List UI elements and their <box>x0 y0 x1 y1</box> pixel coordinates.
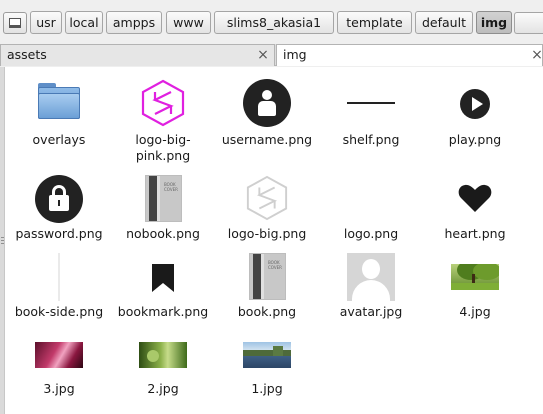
tab-assets-label: assets <box>7 47 47 62</box>
file-name: book.png <box>237 304 297 319</box>
file-item-3-jpg[interactable]: 3.jpg <box>4 330 114 400</box>
crumb-img[interactable]: img <box>476 11 512 34</box>
bookmark-icon <box>108 253 218 303</box>
tab-bar: assets × img × <box>0 44 543 66</box>
crumb-usr[interactable]: usr <box>30 11 62 34</box>
crumb-slims8-akasia1[interactable]: slims8_akasia1 <box>214 11 334 34</box>
file-name: avatar.jpg <box>339 304 403 319</box>
book-side-icon <box>4 253 114 303</box>
file-item-avatar[interactable]: avatar.jpg <box>316 253 426 323</box>
file-name: 4.jpg <box>459 304 491 319</box>
photo-tree-icon <box>420 253 530 303</box>
file-name: 1.jpg <box>251 381 283 396</box>
heart-icon <box>420 175 530 225</box>
file-icon-view[interactable]: overlays logo-big- pink.png username.png… <box>0 67 543 414</box>
tab-img-label: img <box>283 47 307 62</box>
file-item-username[interactable]: username.png <box>212 79 322 151</box>
file-name: 3.jpg <box>43 381 75 396</box>
file-item-heart[interactable]: heart.png <box>420 175 530 245</box>
crumb-template[interactable]: template <box>337 11 412 34</box>
file-name: heart.png <box>444 226 506 241</box>
file-name: logo.png <box>343 226 399 241</box>
logo-grey-icon <box>212 175 322 225</box>
crumb-local[interactable]: local <box>65 11 103 34</box>
file-name: overlays <box>32 132 86 147</box>
file-item-password[interactable]: password.png <box>4 175 114 245</box>
file-name: password.png <box>15 226 103 241</box>
file-item-play[interactable]: play.png <box>420 81 530 151</box>
book-cover-icon: BOOK COVER <box>212 253 322 303</box>
file-item-bookmark[interactable]: bookmark.png <box>108 253 218 323</box>
file-item-logo-big[interactable]: logo-big.png <box>212 175 322 245</box>
file-item-2-jpg[interactable]: 2.jpg <box>108 330 218 400</box>
crumb-overflow-button[interactable] <box>514 12 543 34</box>
file-item-1-jpg[interactable]: 1.jpg <box>212 330 322 400</box>
photo-canyon-icon <box>4 330 114 380</box>
blank-icon <box>316 175 426 225</box>
shelf-line-icon <box>316 81 426 131</box>
crumb-www[interactable]: www <box>166 11 211 34</box>
file-name: book-side.png <box>14 304 104 319</box>
close-icon[interactable]: × <box>256 45 270 65</box>
file-item-nobook[interactable]: BOOK COVER nobook.png <box>108 175 218 245</box>
photo-lake-icon <box>212 330 322 380</box>
user-icon <box>212 79 322 131</box>
file-item-overlays[interactable]: overlays <box>4 81 114 151</box>
tab-assets[interactable]: assets × <box>0 44 275 66</box>
file-item-logo-big-pink[interactable]: logo-big- pink.png <box>108 79 218 167</box>
file-name: shelf.png <box>342 132 400 147</box>
file-name: logo-big.png <box>227 226 307 241</box>
book-cover-icon: BOOK COVER <box>108 175 218 225</box>
folder-icon <box>4 81 114 131</box>
file-name: bookmark.png <box>117 304 209 319</box>
path-mode-toggle-button[interactable] <box>3 12 27 34</box>
file-name: username.png <box>221 132 313 147</box>
close-icon[interactable]: × <box>530 45 543 65</box>
lock-icon <box>4 175 114 225</box>
file-item-logo[interactable]: logo.png <box>316 175 426 245</box>
file-name: 2.jpg <box>147 381 179 396</box>
drive-icon <box>9 18 21 28</box>
file-name: nobook.png <box>126 226 200 241</box>
photo-nature-icon <box>108 330 218 380</box>
file-name: play.png <box>448 132 502 147</box>
file-item-book[interactable]: BOOK COVER book.png <box>212 253 322 323</box>
avatar-icon <box>316 253 426 303</box>
crumb-default[interactable]: default <box>415 11 473 34</box>
file-item-4-jpg[interactable]: 4.jpg <box>420 253 530 323</box>
path-bar: usr local ampps www slims8_akasia1 templ… <box>0 0 543 44</box>
file-item-book-side[interactable]: book-side.png <box>4 253 114 323</box>
crumb-ampps[interactable]: ampps <box>106 11 162 34</box>
tab-img[interactable]: img × <box>276 44 543 66</box>
file-name: logo-big- pink.png <box>135 132 191 163</box>
logo-pink-icon <box>108 79 218 131</box>
play-icon <box>420 81 530 131</box>
file-item-shelf[interactable]: shelf.png <box>316 81 426 151</box>
